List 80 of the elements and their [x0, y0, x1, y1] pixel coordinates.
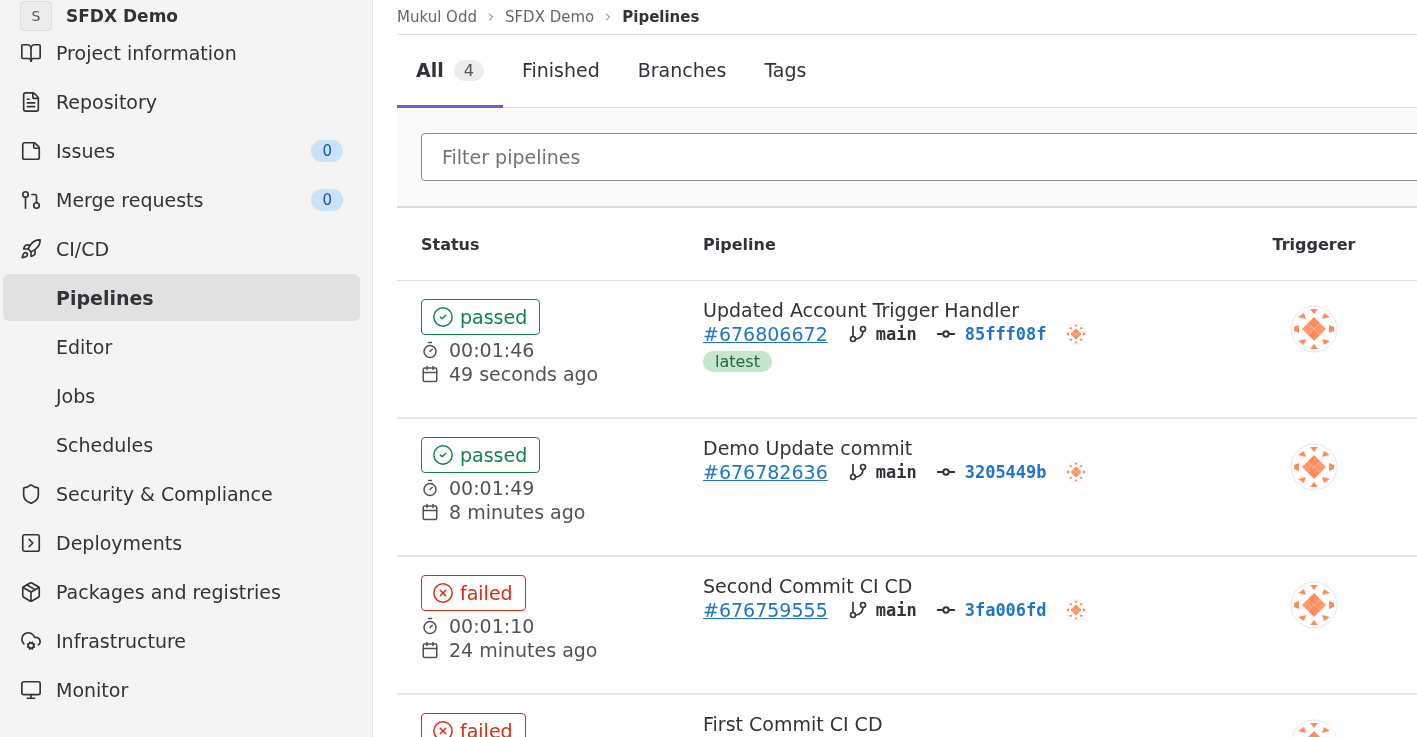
commit-title[interactable]: First Commit CI CD: [703, 713, 1239, 735]
pipeline-id-link[interactable]: #676759555: [703, 599, 828, 621]
pipeline-id-link[interactable]: #676782636: [703, 461, 828, 483]
sidebar-item[interactable]: Issues 0: [3, 127, 360, 174]
commit-title[interactable]: Second Commit CI CD: [703, 575, 1239, 597]
finished-time: 24 minutes ago: [449, 639, 598, 661]
breadcrumb-link[interactable]: SFDX Demo: [504, 8, 595, 26]
avatar: [1290, 443, 1338, 491]
column-header: Pipeline: [702, 234, 777, 254]
book-icon: [20, 41, 42, 64]
branch-icon: [847, 324, 868, 344]
sidebar-item[interactable]: CI/CD: [3, 225, 360, 272]
duration: 00:01:10: [449, 615, 535, 637]
column-header: Status: [420, 234, 481, 254]
status-badge[interactable]: passed: [421, 437, 541, 473]
branch-name[interactable]: main: [875, 324, 917, 344]
cloud-gear-icon: [20, 629, 42, 652]
merge-request-icon: [20, 188, 42, 211]
calendar-icon: [421, 641, 439, 659]
monitor-icon: [20, 678, 42, 701]
commit-title[interactable]: Updated Account Trigger Handler: [703, 299, 1239, 321]
status-badge[interactable]: failed: [421, 575, 526, 611]
avatar: [1064, 461, 1087, 483]
rocket-icon: [20, 237, 42, 260]
avatar: [1064, 599, 1087, 621]
count-badge: 0: [311, 188, 343, 211]
duration: 00:01:46: [449, 339, 535, 361]
duration: 00:01:49: [449, 477, 535, 499]
commit-sha[interactable]: 3fa006fd: [964, 600, 1047, 620]
sidebar-item[interactable]: Monitor: [3, 666, 360, 713]
avatar: [1290, 305, 1338, 353]
sidebar-item[interactable]: Repository: [3, 78, 360, 125]
shield-icon: [20, 482, 42, 505]
commit-sha[interactable]: 85fff08f: [964, 324, 1047, 344]
check-circle-icon: [432, 306, 454, 328]
column-header: Triggerer: [1271, 234, 1357, 254]
note-icon: [20, 139, 42, 162]
package-icon: [20, 580, 42, 603]
tab[interactable]: Branches: [618, 35, 746, 108]
timer-icon: [421, 617, 439, 635]
branch-icon: [847, 600, 868, 620]
tag-badge: latest: [703, 351, 772, 372]
commit-title[interactable]: Demo Update commit: [703, 437, 1239, 459]
filter-field[interactable]: Filter pipelines: [421, 133, 1417, 181]
pipeline-id-link[interactable]: #676806672: [703, 323, 828, 345]
timer-icon: [421, 341, 439, 359]
sidebar-item[interactable]: Deployments: [3, 519, 360, 566]
sidebar-item[interactable]: Security & Compliance: [3, 470, 360, 517]
count-badge: 4: [453, 59, 484, 81]
document-icon: [20, 90, 42, 113]
sidebar-subitem[interactable]: Schedules: [3, 421, 360, 468]
tab[interactable]: Finished: [502, 35, 619, 108]
project-avatar[interactable]: S: [20, 1, 52, 31]
calendar-icon: [421, 365, 439, 383]
sidebar-subitem[interactable]: Jobs: [3, 372, 360, 419]
status-badge[interactable]: passed: [421, 299, 541, 335]
sidebar-item[interactable]: Infrastructure: [3, 617, 360, 664]
breadcrumb-link[interactable]: Pipelines: [622, 8, 700, 26]
avatar: [1064, 323, 1087, 345]
branch-icon: [847, 462, 868, 482]
x-circle-icon: [432, 582, 454, 604]
finished-time: 8 minutes ago: [449, 501, 586, 523]
sidebar-subitem[interactable]: Editor: [3, 323, 360, 370]
finished-time: 49 seconds ago: [449, 363, 599, 385]
timer-icon: [421, 479, 439, 497]
tab[interactable]: Tags: [745, 35, 826, 108]
sidebar-subitem[interactable]: Pipelines: [3, 274, 360, 321]
sidebar-item[interactable]: Project information: [3, 29, 360, 76]
sidebar-item[interactable]: Merge requests 0: [3, 176, 360, 223]
avatar: [1290, 581, 1338, 629]
branch-name[interactable]: main: [875, 462, 917, 482]
chevron-square-icon: [20, 531, 42, 554]
branch-name[interactable]: main: [875, 600, 917, 620]
project-name[interactable]: SFDX Demo: [66, 6, 179, 26]
commit-sha[interactable]: 3205449b: [964, 462, 1047, 482]
calendar-icon: [421, 503, 439, 521]
count-badge: 0: [311, 139, 343, 162]
check-circle-icon: [432, 444, 454, 466]
sidebar-item[interactable]: Packages and registries: [3, 568, 360, 615]
breadcrumb-link[interactable]: Mukul Odd: [397, 8, 477, 26]
